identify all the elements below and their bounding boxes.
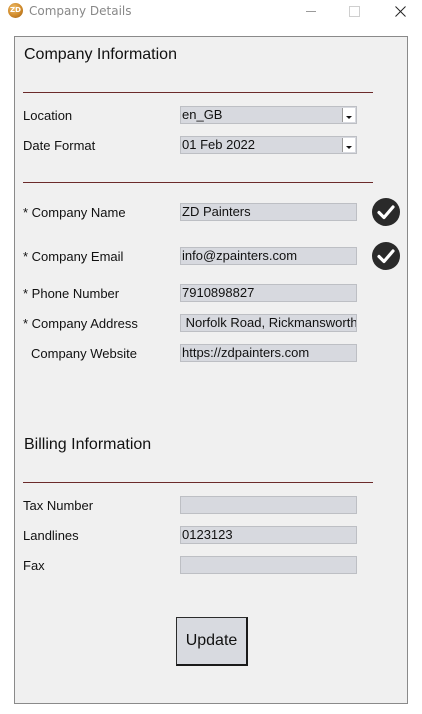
company-name-field[interactable]: ZD Painters	[180, 203, 357, 221]
location-select[interactable]: en_GB	[180, 106, 357, 124]
billing-information-heading: Billing Information	[24, 436, 152, 453]
date-format-select-value: 01 Feb 2022	[182, 137, 256, 152]
check-circle-icon	[372, 242, 400, 270]
close-icon	[394, 5, 406, 17]
fax-label: Fax	[23, 558, 45, 573]
company-address-field[interactable]: Norfolk Road, Rickmansworth	[180, 314, 357, 332]
chevron-down-icon[interactable]	[342, 138, 355, 152]
company-website-field[interactable]: https://zdpainters.com	[180, 344, 357, 362]
company-information-heading: Company Information	[24, 46, 177, 63]
landlines-field[interactable]: 0123123	[180, 526, 357, 544]
location-select-value: en_GB	[182, 107, 223, 122]
minimize-icon	[306, 10, 316, 12]
landlines-label: Landlines	[23, 528, 79, 543]
tax-number-label: Tax Number	[23, 498, 94, 513]
company-details-panel: Company Information Location en_GB Date …	[14, 36, 408, 704]
date-format-label: Date Format	[23, 138, 96, 153]
date-format-select[interactable]: 01 Feb 2022	[180, 136, 357, 154]
section-divider	[23, 182, 373, 183]
company-address-label: * Company Address	[23, 316, 138, 331]
minimize-button[interactable]	[288, 0, 334, 22]
maximize-button[interactable]	[331, 0, 377, 22]
close-button[interactable]	[377, 0, 422, 22]
section-divider	[23, 482, 373, 483]
location-label: Location	[23, 108, 73, 123]
company-website-label: Company Website	[31, 346, 137, 361]
fax-field[interactable]	[180, 556, 357, 574]
title-bar[interactable]: ZD Company Details	[0, 0, 422, 24]
chevron-down-icon[interactable]	[342, 108, 355, 122]
company-email-label: * Company Email	[23, 249, 124, 264]
section-divider	[23, 92, 373, 93]
window-title: Company Details	[29, 4, 132, 18]
update-button[interactable]: Update	[176, 617, 248, 666]
phone-number-field[interactable]: 7910898827	[180, 284, 357, 302]
phone-number-label: * Phone Number	[23, 286, 120, 301]
app-logo-icon: ZD	[8, 3, 23, 18]
company-name-label: * Company Name	[23, 205, 126, 220]
maximize-icon	[348, 5, 360, 17]
tax-number-field[interactable]	[180, 496, 357, 514]
company-details-window: ZD Company Details Company Information L…	[0, 0, 422, 714]
check-circle-icon	[372, 198, 400, 226]
company-email-field[interactable]: info@zpainters.com	[180, 247, 357, 265]
